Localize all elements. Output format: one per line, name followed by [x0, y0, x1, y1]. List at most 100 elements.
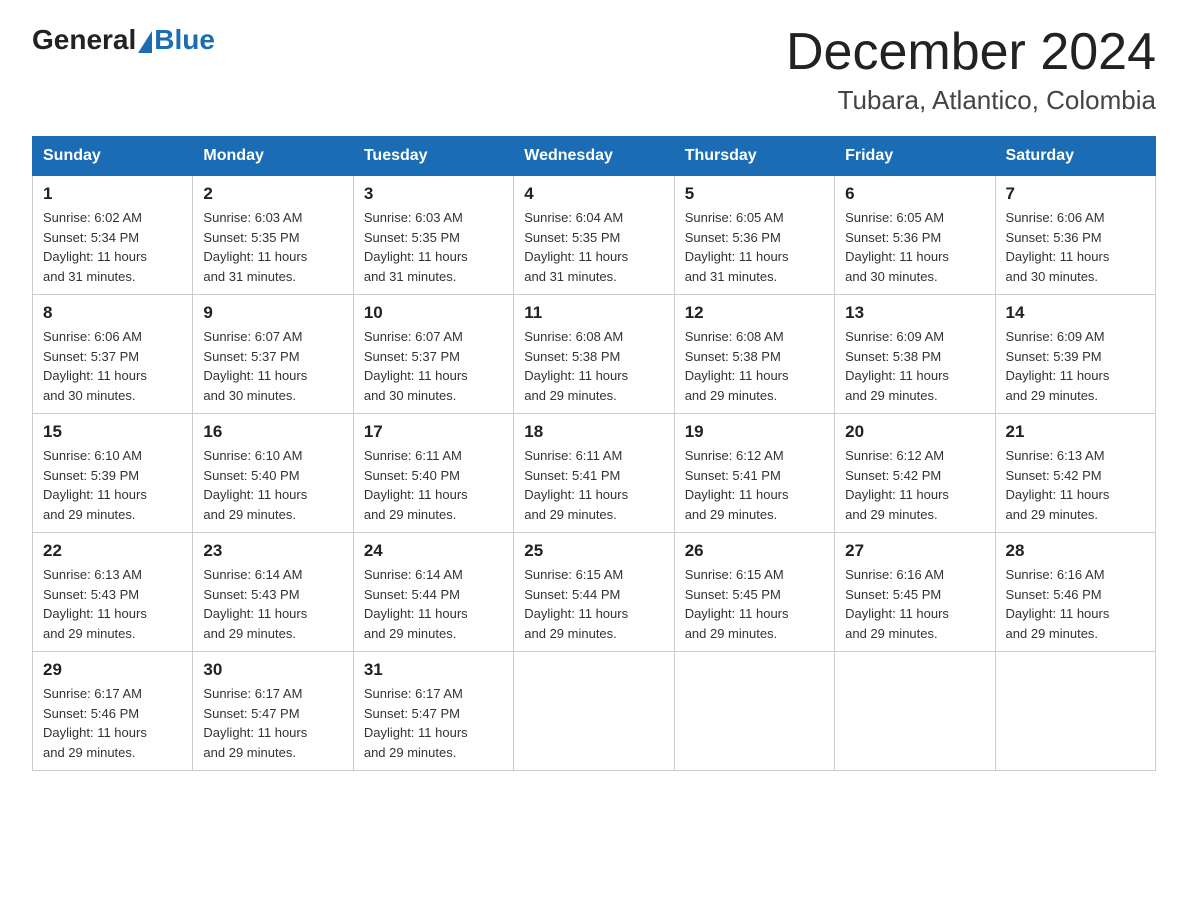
day-info: Sunrise: 6:08 AMSunset: 5:38 PMDaylight:… [524, 327, 663, 405]
day-info: Sunrise: 6:12 AMSunset: 5:41 PMDaylight:… [685, 446, 824, 524]
calendar-cell: 17 Sunrise: 6:11 AMSunset: 5:40 PMDayligh… [353, 414, 513, 533]
day-number: 9 [203, 303, 342, 323]
day-number: 10 [364, 303, 503, 323]
day-number: 22 [43, 541, 182, 561]
day-info: Sunrise: 6:06 AMSunset: 5:37 PMDaylight:… [43, 327, 182, 405]
calendar-cell [674, 652, 834, 771]
calendar-cell: 8 Sunrise: 6:06 AMSunset: 5:37 PMDaylight… [33, 295, 193, 414]
day-number: 24 [364, 541, 503, 561]
day-info: Sunrise: 6:03 AMSunset: 5:35 PMDaylight:… [203, 208, 342, 286]
logo-general-text: General [32, 24, 136, 56]
day-number: 20 [845, 422, 984, 442]
week-row-2: 8 Sunrise: 6:06 AMSunset: 5:37 PMDaylight… [33, 295, 1156, 414]
day-info: Sunrise: 6:05 AMSunset: 5:36 PMDaylight:… [845, 208, 984, 286]
day-info: Sunrise: 6:10 AMSunset: 5:40 PMDaylight:… [203, 446, 342, 524]
calendar-cell: 19 Sunrise: 6:12 AMSunset: 5:41 PMDayligh… [674, 414, 834, 533]
calendar-cell: 7 Sunrise: 6:06 AMSunset: 5:36 PMDaylight… [995, 176, 1155, 295]
day-info: Sunrise: 6:08 AMSunset: 5:38 PMDaylight:… [685, 327, 824, 405]
week-row-1: 1Sunrise: 6:02 AMSunset: 5:34 PMDaylight… [33, 176, 1156, 295]
calendar-cell: 21 Sunrise: 6:13 AMSunset: 5:42 PMDayligh… [995, 414, 1155, 533]
header-row: SundayMondayTuesdayWednesdayThursdayFrid… [33, 137, 1156, 176]
day-number: 17 [364, 422, 503, 442]
day-number: 3 [364, 184, 503, 204]
calendar-cell: 28 Sunrise: 6:16 AMSunset: 5:46 PMDayligh… [995, 533, 1155, 652]
calendar-cell: 29 Sunrise: 6:17 AMSunset: 5:46 PMDayligh… [33, 652, 193, 771]
calendar-cell: 20Sunrise: 6:12 AMSunset: 5:42 PMDayligh… [835, 414, 995, 533]
page-subtitle: Tubara, Atlantico, Colombia [786, 85, 1156, 116]
day-info: Sunrise: 6:06 AMSunset: 5:36 PMDaylight:… [1006, 208, 1145, 286]
day-info: Sunrise: 6:17 AMSunset: 5:46 PMDaylight:… [43, 684, 182, 762]
day-number: 19 [685, 422, 824, 442]
header-wednesday: Wednesday [514, 137, 674, 176]
page-header: General Blue December 2024 Tubara, Atlan… [32, 24, 1156, 116]
day-info: Sunrise: 6:16 AMSunset: 5:46 PMDaylight:… [1006, 565, 1145, 643]
calendar-cell: 16 Sunrise: 6:10 AMSunset: 5:40 PMDayligh… [193, 414, 353, 533]
page-title: December 2024 [786, 24, 1156, 81]
calendar-cell: 10Sunrise: 6:07 AMSunset: 5:37 PMDayligh… [353, 295, 513, 414]
day-number: 7 [1006, 184, 1145, 204]
day-number: 13 [845, 303, 984, 323]
logo-triangle-icon [138, 31, 152, 53]
day-number: 31 [364, 660, 503, 680]
calendar-cell: 9 Sunrise: 6:07 AMSunset: 5:37 PMDaylight… [193, 295, 353, 414]
calendar-cell: 6 Sunrise: 6:05 AMSunset: 5:36 PMDaylight… [835, 176, 995, 295]
day-info: Sunrise: 6:16 AMSunset: 5:45 PMDaylight:… [845, 565, 984, 643]
calendar-cell: 1Sunrise: 6:02 AMSunset: 5:34 PMDaylight… [33, 176, 193, 295]
day-info: Sunrise: 6:13 AMSunset: 5:42 PMDaylight:… [1006, 446, 1145, 524]
day-info: Sunrise: 6:09 AMSunset: 5:39 PMDaylight:… [1006, 327, 1145, 405]
day-number: 28 [1006, 541, 1145, 561]
calendar-cell: 26 Sunrise: 6:15 AMSunset: 5:45 PMDayligh… [674, 533, 834, 652]
day-number: 8 [43, 303, 182, 323]
day-number: 23 [203, 541, 342, 561]
day-number: 16 [203, 422, 342, 442]
day-info: Sunrise: 6:05 AMSunset: 5:36 PMDaylight:… [685, 208, 824, 286]
day-number: 12 [685, 303, 824, 323]
calendar-table: SundayMondayTuesdayWednesdayThursdayFrid… [32, 136, 1156, 771]
calendar-header: SundayMondayTuesdayWednesdayThursdayFrid… [33, 137, 1156, 176]
logo: General Blue [32, 24, 215, 56]
header-sunday: Sunday [33, 137, 193, 176]
calendar-cell: 14 Sunrise: 6:09 AMSunset: 5:39 PMDayligh… [995, 295, 1155, 414]
calendar-cell [835, 652, 995, 771]
title-block: December 2024 Tubara, Atlantico, Colombi… [786, 24, 1156, 116]
logo-blue-text: Blue [154, 24, 215, 56]
calendar-cell: 11 Sunrise: 6:08 AMSunset: 5:38 PMDayligh… [514, 295, 674, 414]
day-number: 18 [524, 422, 663, 442]
calendar-cell: 3 Sunrise: 6:03 AMSunset: 5:35 PMDaylight… [353, 176, 513, 295]
header-tuesday: Tuesday [353, 137, 513, 176]
calendar-cell: 23Sunrise: 6:14 AMSunset: 5:43 PMDayligh… [193, 533, 353, 652]
header-thursday: Thursday [674, 137, 834, 176]
calendar-cell: 2Sunrise: 6:03 AMSunset: 5:35 PMDaylight… [193, 176, 353, 295]
day-number: 5 [685, 184, 824, 204]
day-info: Sunrise: 6:14 AMSunset: 5:44 PMDaylight:… [364, 565, 503, 643]
day-info: Sunrise: 6:03 AMSunset: 5:35 PMDaylight:… [364, 208, 503, 286]
calendar-cell: 24 Sunrise: 6:14 AMSunset: 5:44 PMDayligh… [353, 533, 513, 652]
day-number: 30 [203, 660, 342, 680]
calendar-cell: 22Sunrise: 6:13 AMSunset: 5:43 PMDayligh… [33, 533, 193, 652]
day-number: 1 [43, 184, 182, 204]
week-row-3: 15Sunrise: 6:10 AMSunset: 5:39 PMDayligh… [33, 414, 1156, 533]
calendar-cell: 12 Sunrise: 6:08 AMSunset: 5:38 PMDayligh… [674, 295, 834, 414]
day-info: Sunrise: 6:04 AMSunset: 5:35 PMDaylight:… [524, 208, 663, 286]
calendar-cell: 18Sunrise: 6:11 AMSunset: 5:41 PMDayligh… [514, 414, 674, 533]
day-number: 6 [845, 184, 984, 204]
day-info: Sunrise: 6:07 AMSunset: 5:37 PMDaylight:… [203, 327, 342, 405]
day-info: Sunrise: 6:15 AMSunset: 5:44 PMDaylight:… [524, 565, 663, 643]
day-number: 29 [43, 660, 182, 680]
calendar-cell: 25Sunrise: 6:15 AMSunset: 5:44 PMDayligh… [514, 533, 674, 652]
day-info: Sunrise: 6:15 AMSunset: 5:45 PMDaylight:… [685, 565, 824, 643]
header-saturday: Saturday [995, 137, 1155, 176]
day-number: 15 [43, 422, 182, 442]
day-number: 26 [685, 541, 824, 561]
calendar-cell: 5 Sunrise: 6:05 AMSunset: 5:36 PMDaylight… [674, 176, 834, 295]
day-info: Sunrise: 6:11 AMSunset: 5:40 PMDaylight:… [364, 446, 503, 524]
day-number: 14 [1006, 303, 1145, 323]
calendar-cell: 31Sunrise: 6:17 AMSunset: 5:47 PMDayligh… [353, 652, 513, 771]
calendar-cell: 27Sunrise: 6:16 AMSunset: 5:45 PMDayligh… [835, 533, 995, 652]
day-number: 11 [524, 303, 663, 323]
day-info: Sunrise: 6:17 AMSunset: 5:47 PMDaylight:… [203, 684, 342, 762]
day-number: 21 [1006, 422, 1145, 442]
header-monday: Monday [193, 137, 353, 176]
day-number: 4 [524, 184, 663, 204]
calendar-cell [514, 652, 674, 771]
